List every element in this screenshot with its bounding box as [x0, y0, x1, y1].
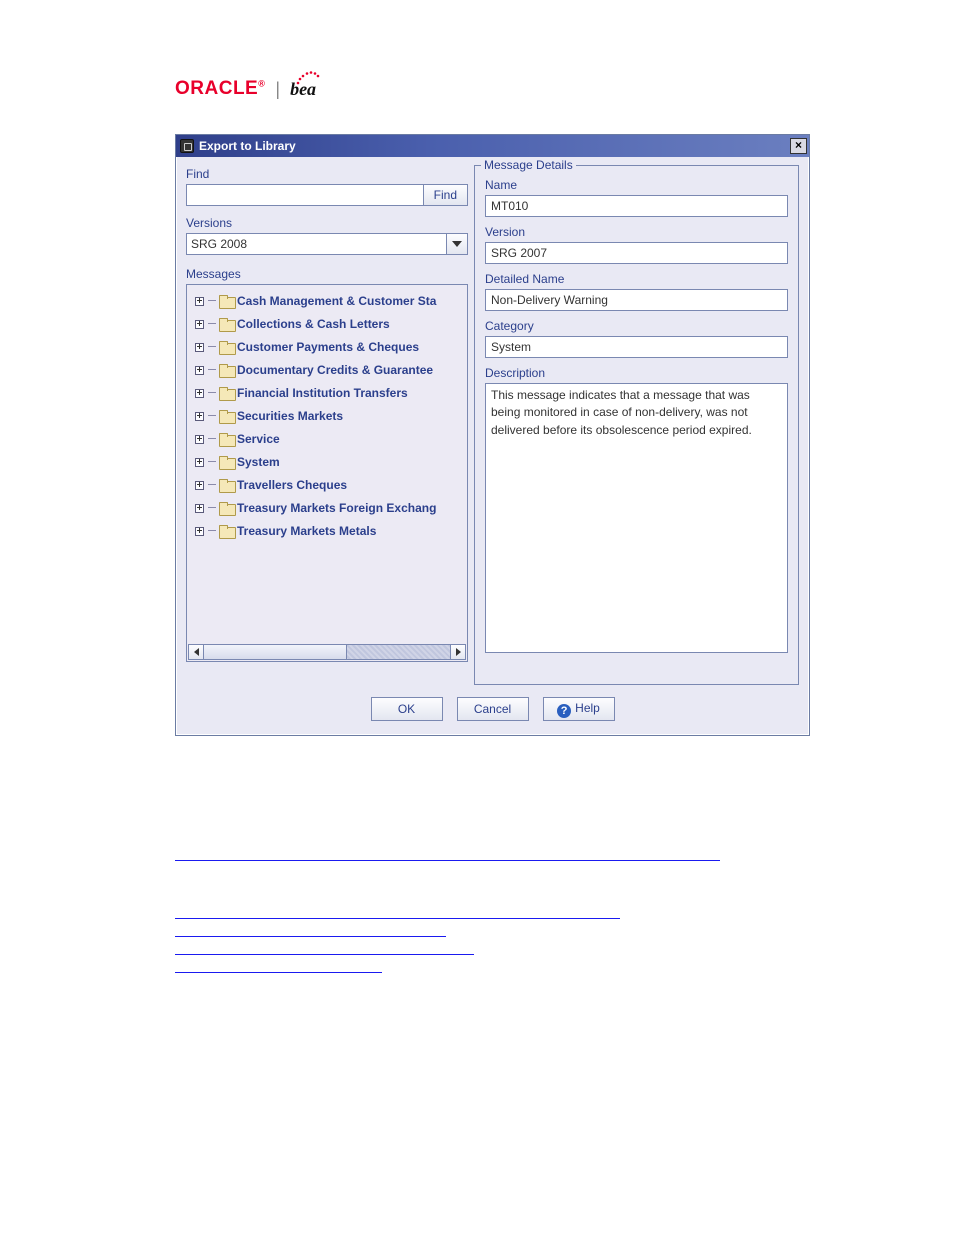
dialog-buttons: OK Cancel ?Help — [176, 685, 809, 735]
doc-link[interactable] — [175, 904, 620, 919]
folder-icon — [219, 318, 234, 330]
help-button[interactable]: ?Help — [543, 697, 615, 721]
versions-select[interactable] — [186, 233, 468, 255]
tree-item-label: Treasury Markets Foreign Exchang — [237, 501, 436, 515]
doc-link[interactable] — [175, 846, 720, 861]
tree-item-label: Securities Markets — [237, 409, 343, 423]
expand-icon[interactable] — [193, 502, 205, 514]
tree-item[interactable]: Documentary Credits & Guarantee — [189, 358, 465, 381]
doc-link[interactable] — [175, 922, 446, 937]
category-field[interactable] — [485, 336, 788, 358]
scroll-right-button[interactable] — [450, 644, 466, 660]
tree-item-label: Travellers Cheques — [237, 478, 347, 492]
name-field[interactable] — [485, 195, 788, 217]
tree-item-label: Documentary Credits & Guarantee — [237, 363, 433, 377]
tree-item-label: Collections & Cash Letters — [237, 317, 390, 331]
expand-icon[interactable] — [193, 341, 205, 353]
bea-logo: bea — [290, 79, 316, 100]
brand-divider: | — [275, 79, 280, 100]
find-label: Find — [186, 167, 468, 181]
tree-item[interactable]: System — [189, 450, 465, 473]
folder-icon — [219, 433, 234, 445]
tree-item[interactable]: Financial Institution Transfers — [189, 381, 465, 404]
tree-item[interactable]: Travellers Cheques — [189, 473, 465, 496]
scroll-track[interactable] — [204, 644, 450, 660]
folder-icon — [219, 479, 234, 491]
folder-icon — [219, 410, 234, 422]
doc-link[interactable] — [175, 958, 382, 973]
expand-icon[interactable] — [193, 387, 205, 399]
expand-icon[interactable] — [193, 479, 205, 491]
tree-item[interactable]: Collections & Cash Letters — [189, 312, 465, 335]
find-button[interactable]: Find — [423, 184, 468, 206]
expand-icon[interactable] — [193, 456, 205, 468]
expand-icon[interactable] — [193, 318, 205, 330]
tree-item-label: Cash Management & Customer Sta — [237, 294, 436, 308]
folder-icon — [219, 502, 234, 514]
folder-icon — [219, 525, 234, 537]
chevron-down-icon[interactable] — [446, 233, 468, 255]
window-icon — [180, 139, 194, 153]
close-button[interactable]: × — [790, 138, 807, 154]
expand-icon[interactable] — [193, 295, 205, 307]
doc-links — [175, 806, 795, 973]
cancel-button[interactable]: Cancel — [457, 697, 529, 721]
folder-icon — [219, 341, 234, 353]
tree-item[interactable]: Cash Management & Customer Sta — [189, 289, 465, 312]
oracle-logo: ORACLE® — [175, 78, 265, 100]
versions-label: Versions — [186, 216, 468, 230]
tree-item[interactable]: Treasury Markets Metals — [189, 519, 465, 542]
version-field[interactable] — [485, 242, 788, 264]
tree-item[interactable]: Service — [189, 427, 465, 450]
find-input[interactable] — [186, 184, 423, 206]
tree-item[interactable]: Treasury Markets Foreign Exchang — [189, 496, 465, 519]
window-title: Export to Library — [199, 139, 790, 153]
horizontal-scrollbar[interactable] — [188, 644, 466, 660]
detailed-name-label: Detailed Name — [485, 272, 788, 286]
folder-icon — [219, 387, 234, 399]
name-label: Name — [485, 178, 788, 192]
messages-tree[interactable]: Cash Management & Customer Sta Collection… — [186, 284, 468, 662]
folder-icon — [219, 295, 234, 307]
titlebar[interactable]: Export to Library × — [176, 135, 809, 157]
detailed-name-field[interactable] — [485, 289, 788, 311]
tree-item-label: Treasury Markets Metals — [237, 524, 376, 538]
doc-link[interactable] — [175, 940, 474, 955]
folder-icon — [219, 456, 234, 468]
messages-label: Messages — [186, 267, 468, 281]
tree-item-label: Service — [237, 432, 280, 446]
expand-icon[interactable] — [193, 525, 205, 537]
brand-bar: ORACLE® | bea — [175, 78, 954, 100]
category-label: Category — [485, 319, 788, 333]
scroll-thumb[interactable] — [204, 645, 347, 659]
description-field[interactable]: This message indicates that a message th… — [485, 383, 788, 653]
export-to-library-dialog: Export to Library × Find Find Versions M… — [175, 134, 810, 736]
message-details-legend: Message Details — [481, 158, 576, 172]
ok-button[interactable]: OK — [371, 697, 443, 721]
message-details-group: Message Details Name Version Detailed Na… — [474, 165, 799, 685]
tree-item-label: Customer Payments & Cheques — [237, 340, 419, 354]
versions-value[interactable] — [186, 233, 468, 255]
expand-icon[interactable] — [193, 364, 205, 376]
tree-item[interactable]: Customer Payments & Cheques — [189, 335, 465, 358]
expand-icon[interactable] — [193, 410, 205, 422]
description-label: Description — [485, 366, 788, 380]
expand-icon[interactable] — [193, 433, 205, 445]
bea-dots-icon — [294, 69, 318, 85]
version-label: Version — [485, 225, 788, 239]
scroll-left-button[interactable] — [188, 644, 204, 660]
folder-icon — [219, 364, 234, 376]
tree-item-label: Financial Institution Transfers — [237, 386, 408, 400]
tree-item-label: System — [237, 455, 280, 469]
tree-item[interactable]: Securities Markets — [189, 404, 465, 427]
help-icon: ? — [557, 704, 571, 718]
